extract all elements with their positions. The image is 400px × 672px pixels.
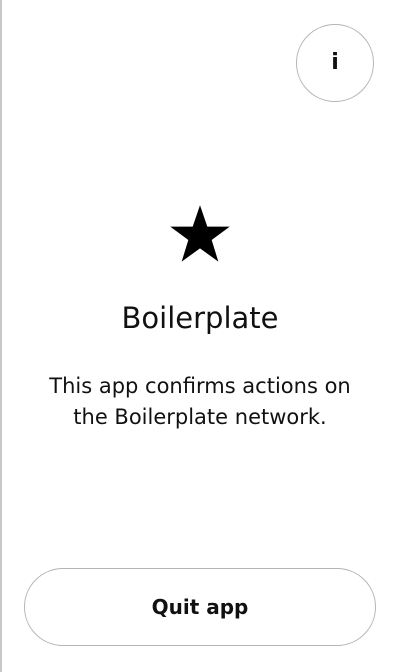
quit-app-button[interactable]: Quit app (24, 568, 376, 646)
star-icon (170, 205, 230, 262)
info-button[interactable]: i (296, 24, 374, 102)
info-icon: i (331, 50, 339, 75)
quit-app-label: Quit app (151, 595, 249, 619)
app-description: This app confirms actions on the Boilerp… (49, 374, 351, 429)
app-title: Boilerplate (121, 301, 279, 335)
